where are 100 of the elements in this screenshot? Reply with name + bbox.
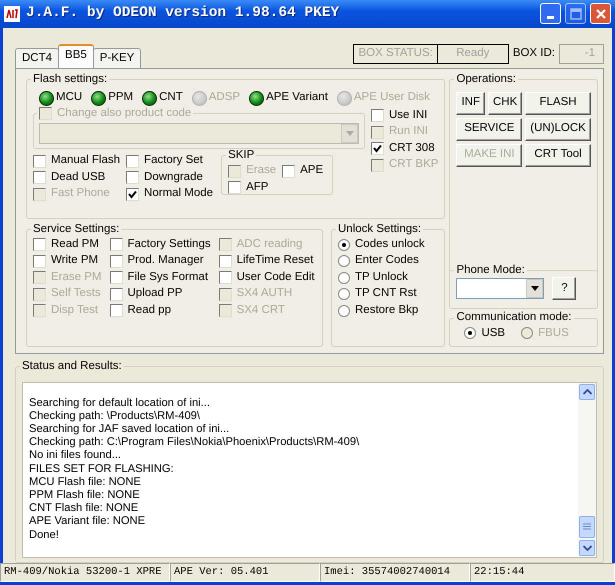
- checkbox[interactable]: [33, 254, 46, 268]
- operation-button[interactable]: FLASH: [525, 92, 591, 115]
- group-title: Status and Results:: [21, 360, 123, 374]
- checkbox-label: Run INI: [389, 125, 428, 140]
- minimize-icon: [547, 16, 554, 20]
- checkbox[interactable]: [110, 271, 122, 284]
- checkbox[interactable]: [110, 254, 122, 268]
- checkbox-label: CRT BKP: [389, 158, 438, 172]
- checkbox-label: Fast Phone: [51, 187, 110, 202]
- log-line: CNT Flash file: NONE: [29, 502, 140, 516]
- checkbox-label: APE: [300, 164, 324, 178]
- checkbox-label: Upload PP: [128, 287, 182, 302]
- log-line: APE Variant file: NONE: [29, 515, 146, 529]
- checkbox-label: Change also product code: [57, 106, 192, 121]
- checkbox[interactable]: [371, 109, 384, 122]
- operation-button[interactable]: CHK: [488, 92, 522, 115]
- tab[interactable]: P-KEY: [92, 48, 142, 68]
- checkbox[interactable]: [33, 171, 46, 184]
- scroll-thumb-icon: [583, 523, 591, 530]
- group-title: Unlock Settings:: [337, 222, 422, 237]
- radio-button[interactable]: [338, 288, 350, 300]
- box-status-label: BOX STATUS:: [353, 44, 438, 64]
- close-button[interactable]: [590, 3, 611, 24]
- checkbox-label: Prod. Manager: [128, 254, 204, 268]
- checkbox-label: Disp Test: [51, 304, 98, 318]
- operation-button[interactable]: SERVICE: [456, 118, 522, 141]
- checkbox-label: Erase PM: [51, 270, 102, 285]
- checkbox[interactable]: [126, 188, 140, 201]
- operation-button[interactable]: INF: [456, 92, 485, 115]
- checkbox[interactable]: [33, 154, 46, 168]
- group-title: Service Settings:: [32, 222, 120, 237]
- tab[interactable]: BB5: [58, 44, 94, 68]
- checkbox[interactable]: [33, 238, 46, 252]
- checkbox[interactable]: [218, 254, 232, 268]
- radio-button[interactable]: [338, 304, 350, 317]
- box-id-label: BOX ID:: [512, 46, 555, 61]
- checkbox[interactable]: [110, 288, 122, 301]
- checkbox-label: Write PM: [51, 254, 98, 268]
- checkbox[interactable]: [110, 304, 122, 318]
- checkbox[interactable]: [371, 142, 384, 156]
- close-icon: [594, 8, 606, 20]
- checkbox[interactable]: [110, 238, 122, 252]
- group-title: SKIP: [227, 149, 256, 163]
- checkbox-label: Read PM: [51, 238, 99, 252]
- group-title: Phone Mode:: [455, 264, 526, 278]
- status-bar-cell: RM-409/Nokia 53200-1 XPRE: [0, 562, 170, 582]
- led-label: CNT: [159, 91, 183, 105]
- log-line: Checking path: \Products\RM-409\: [29, 410, 202, 423]
- radio-button[interactable]: [464, 327, 476, 340]
- checkbox[interactable]: [126, 154, 140, 168]
- log-line: Searching for JAF saved location of ini...: [29, 422, 230, 436]
- checkbox-label: Factory Set: [144, 154, 203, 168]
- led-label: APE Variant: [266, 91, 328, 105]
- log-line: PPM Flash file: NONE: [29, 488, 141, 502]
- phone-mode-dropdown[interactable]: [456, 278, 544, 300]
- checkbox-label: Dead USB: [51, 170, 106, 185]
- log-line: Done!: [29, 528, 60, 542]
- help-button[interactable]: ?: [552, 277, 576, 300]
- checkbox-label: Self Tests: [51, 287, 101, 302]
- radio-label: Codes unlock: [355, 238, 425, 252]
- radio-label: TP Unlock: [355, 270, 408, 285]
- group-title: Communication mode:: [455, 311, 572, 326]
- led-label: PPM: [108, 91, 134, 105]
- checkbox[interactable]: [126, 171, 140, 184]
- box-status-value: Ready: [436, 44, 509, 64]
- checkbox-label: SX4 AUTH: [236, 287, 292, 302]
- checkbox[interactable]: [282, 164, 296, 178]
- maximize-icon: [570, 8, 582, 20]
- checkbox-label: CRT 308: [389, 142, 435, 156]
- tab[interactable]: DCT4: [15, 48, 60, 68]
- log-line: Checking path: C:\Program Files\Nokia\Phoenix\Products\RM-409\: [29, 436, 360, 450]
- scrollbar[interactable]: [578, 382, 596, 557]
- checkbox-label: AFP: [246, 180, 268, 194]
- radio-button[interactable]: [338, 238, 350, 251]
- checkbox-label: User Code Edit: [236, 270, 315, 285]
- maximize-button[interactable]: [565, 3, 586, 24]
- checkbox-label: Use INI: [389, 108, 428, 123]
- radio-button[interactable]: [338, 255, 350, 268]
- scroll-down-icon: [582, 544, 592, 551]
- operation-button[interactable]: (UN)LOCK: [525, 118, 591, 141]
- log-line: Searching for default location of ini...: [29, 396, 211, 410]
- radio-button[interactable]: [338, 272, 350, 284]
- box-id-field: -1: [559, 44, 604, 64]
- led-label: APE User Disk: [354, 91, 430, 105]
- checkbox-label: Factory Settings: [128, 238, 211, 252]
- log-line: FILES SET FOR FLASHING:: [29, 462, 175, 476]
- checkbox[interactable]: [228, 181, 242, 194]
- checkbox-label: SX4 CRT: [236, 304, 285, 318]
- checkbox-label: Manual Flash: [51, 154, 120, 168]
- checkbox-label: ADC reading: [236, 238, 302, 252]
- status-bar-cell: 22:15:44: [470, 562, 615, 582]
- app-icon: [4, 6, 20, 22]
- minimize-button[interactable]: [540, 3, 561, 24]
- checkbox-label: Erase: [246, 164, 276, 178]
- group-title: Flash settings:: [32, 72, 108, 87]
- radio-label: FBUS: [538, 326, 569, 340]
- checkbox[interactable]: [218, 271, 232, 284]
- led-label: MCU: [56, 91, 82, 105]
- operation-button[interactable]: CRT Tool: [525, 144, 591, 167]
- scroll-up-icon: [582, 388, 592, 395]
